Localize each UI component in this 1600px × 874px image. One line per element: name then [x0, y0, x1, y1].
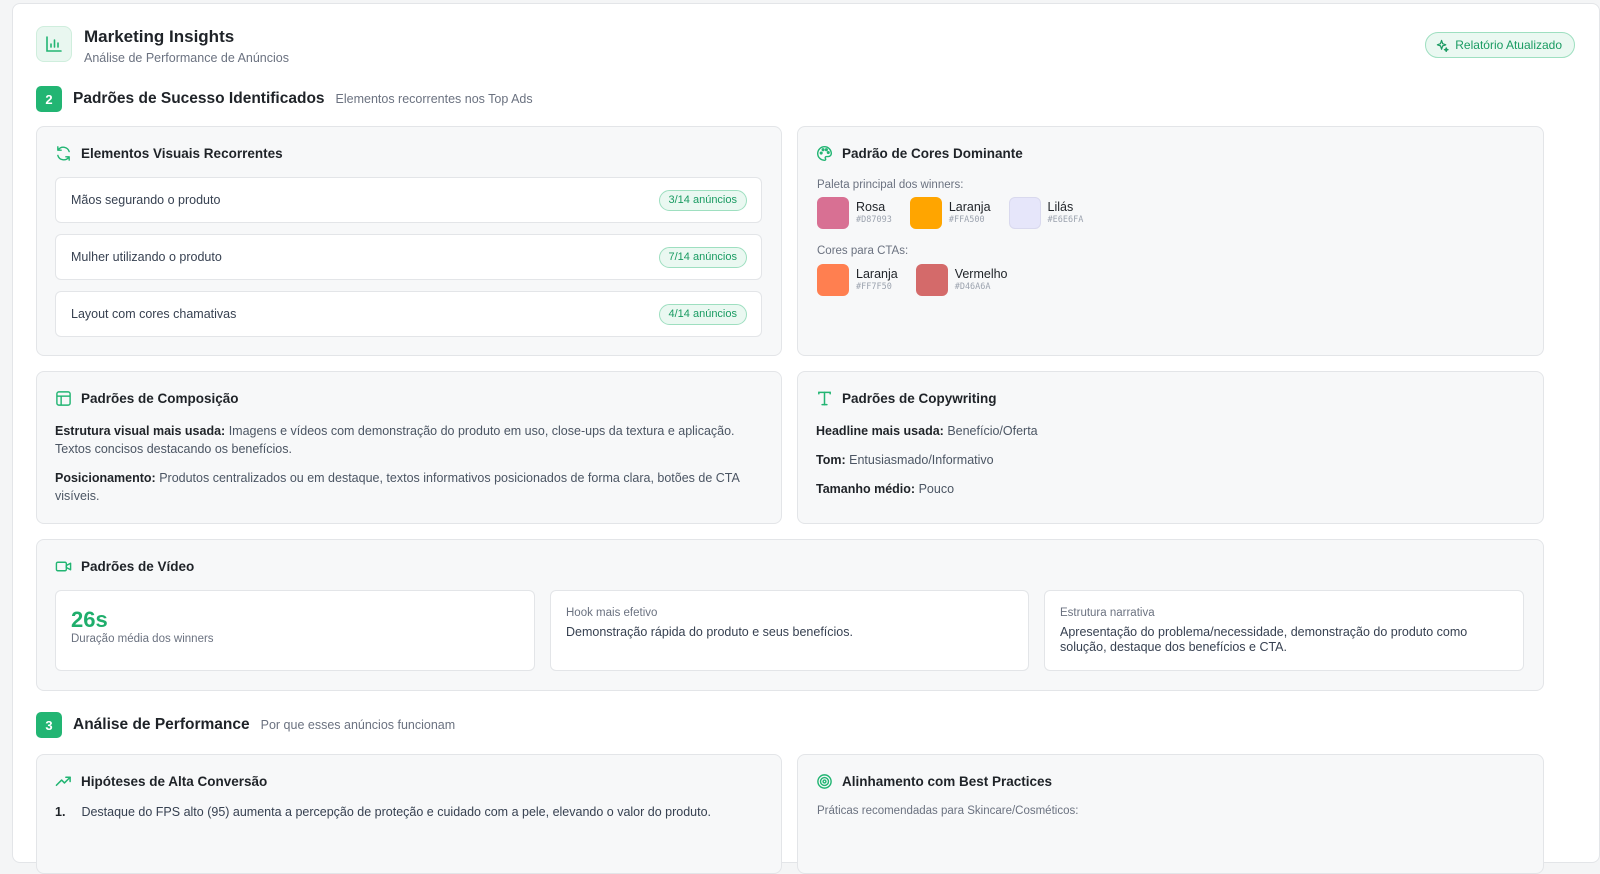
position-label: Posicionamento:	[55, 471, 156, 485]
swatch-name: Laranja	[948, 200, 991, 214]
color-swatch: Laranja #FF7F50	[817, 264, 898, 296]
report-header: Marketing Insights Análise de Performanc…	[36, 26, 1575, 68]
hook-text: Demonstração rápida do produto e seus be…	[566, 625, 853, 639]
count-badge: 4/14 anúncios	[658, 303, 747, 325]
hook-label: Hook mais efetivo	[566, 607, 658, 619]
section-performance-analysis: 3 Análise de Performance Por que esses a…	[36, 712, 455, 738]
section-subtitle: Por que esses anúncios funcionam	[260, 718, 456, 732]
dominant-colors-card: Padrão de Cores Dominante Paleta princip…	[797, 126, 1544, 356]
swatch-color	[1008, 197, 1041, 229]
tone-label: Tom:	[816, 453, 846, 467]
copywriting-card: Padrões de Copywriting Headline mais usa…	[797, 371, 1544, 524]
item-label: Mãos segurando o produto	[71, 193, 221, 207]
size-label: Tamanho médio:	[816, 482, 916, 496]
duration-box: 26s Duração média dos winners	[55, 590, 535, 671]
report-page: Marketing Insights Análise de Performanc…	[12, 3, 1600, 874]
swatch-hex: #D46A6A	[954, 282, 991, 292]
best-practices-card: Alinhamento com Best Practices Práticas …	[797, 754, 1544, 874]
swatch-color	[817, 264, 849, 296]
hypothesis-item: 1. Destaque do FPS alto (95) aumenta a p…	[55, 805, 763, 819]
target-icon	[816, 773, 833, 790]
item-label: Mulher utilizando o produto	[71, 250, 222, 264]
palette-swatches: Rosa #D87093 Laranja #FFA500 Lilás #E6E6FA	[817, 197, 1083, 229]
report-updated-badge: Relatório Atualizado	[1425, 32, 1575, 58]
headline-label: Headline mais usada:	[816, 424, 944, 438]
sparkles-icon	[1436, 39, 1449, 52]
swatch-color	[817, 197, 849, 229]
color-swatch: Laranja #FFA500	[909, 197, 991, 229]
section-number: 2	[36, 86, 62, 112]
size-text: Tamanho médio: Pouco	[816, 480, 1525, 498]
composition-card: Padrões de Composição Estrutura visual m…	[36, 371, 782, 524]
cta-swatches: Laranja #FF7F50 Vermelho #D46A6A	[817, 264, 1008, 296]
count-badge: 3/14 anúncios	[658, 189, 747, 211]
layout-icon	[55, 390, 72, 407]
size-value: Pouco	[918, 482, 955, 496]
card-title: Padrão de Cores Dominante	[842, 146, 1023, 161]
section-number: 3	[36, 712, 62, 738]
swatch-name: Lilás	[1047, 200, 1074, 214]
card-title: Elementos Visuais Recorrentes	[81, 146, 283, 161]
list-item: Mãos segurando o produto 3/14 anúncios	[55, 177, 762, 223]
swatch-color	[915, 264, 948, 296]
structure-text: Estrutura visual mais usada: Imagens e v…	[55, 422, 763, 458]
swatch-color	[909, 197, 942, 229]
narrative-box: Estrutura narrativa Apresentação do prob…	[1044, 590, 1524, 671]
item-number: 1.	[55, 805, 66, 819]
headline-text: Headline mais usada: Benefício/Oferta	[816, 422, 1525, 440]
app-subtitle: Análise de Performance de Anúncios	[84, 51, 289, 65]
cta-colors-label: Cores para CTAs:	[817, 245, 909, 257]
section-title: Análise de Performance	[73, 716, 250, 733]
item-label: Layout com cores chamativas	[71, 307, 237, 321]
item-text: Destaque do FPS alto (95) aumenta a perc…	[81, 805, 712, 819]
swatch-name: Rosa	[856, 200, 886, 214]
section-success-patterns: 2 Padrões de Sucesso Identificados Eleme…	[36, 86, 533, 112]
narrative-text: Apresentação do problema/necessidade, de…	[1060, 625, 1468, 654]
color-swatch: Vermelho #D46A6A	[915, 264, 1008, 296]
swatch-hex: #FFA500	[948, 215, 985, 225]
palette-label: Paleta principal dos winners:	[817, 179, 964, 191]
video-icon	[55, 558, 72, 575]
card-title: Alinhamento com Best Practices	[842, 774, 1053, 789]
video-patterns-card: Padrões de Vídeo 26s Duração média dos w…	[36, 539, 1544, 691]
bar-chart-icon	[36, 26, 72, 62]
swatch-hex: #E6E6FA	[1047, 215, 1084, 225]
position-value: Produtos centralizados ou em destaque, t…	[55, 471, 740, 503]
color-swatch: Rosa #D87093	[817, 197, 892, 229]
position-text: Posicionamento: Produtos centralizados o…	[55, 469, 763, 505]
card-title: Padrões de Copywriting	[842, 391, 997, 406]
tone-value: Entusiasmado/Informativo	[849, 453, 994, 467]
section-title: Padrões de Sucesso Identificados	[73, 90, 325, 107]
best-practices-subtitle: Práticas recomendadas para Skincare/Cosm…	[817, 805, 1079, 817]
list-item: Mulher utilizando o produto 7/14 anúncio…	[55, 234, 762, 280]
visual-elements-card: Elementos Visuais Recorrentes Mãos segur…	[36, 126, 782, 356]
duration-value: 26s	[71, 607, 108, 632]
swatch-name: Laranja	[856, 267, 898, 281]
swatch-hex: #FF7F50	[856, 282, 892, 292]
card-title: Hipóteses de Alta Conversão	[81, 774, 268, 789]
hypotheses-card: Hipóteses de Alta Conversão 1. Destaque …	[36, 754, 782, 874]
hook-box: Hook mais efetivo Demonstração rápida do…	[550, 590, 1029, 671]
list-item: Layout com cores chamativas 4/14 anúncio…	[55, 291, 762, 337]
app-title: Marketing Insights	[84, 27, 235, 46]
color-swatch: Lilás #E6E6FA	[1008, 197, 1084, 229]
palette-icon	[816, 145, 833, 162]
type-icon	[816, 390, 833, 407]
report-updated-label: Relatório Atualizado	[1455, 38, 1562, 52]
count-badge: 7/14 anúncios	[658, 246, 747, 268]
tone-text: Tom: Entusiasmado/Informativo	[816, 451, 1525, 469]
swatch-hex: #D87093	[856, 215, 892, 225]
headline-value: Benefício/Oferta	[947, 424, 1038, 438]
card-title: Padrões de Composição	[81, 391, 239, 406]
section-subtitle: Elementos recorrentes nos Top Ads	[335, 92, 533, 106]
duration-label: Duração média dos winners	[71, 633, 214, 645]
narrative-label: Estrutura narrativa	[1060, 607, 1155, 619]
refresh-icon	[55, 145, 72, 162]
trending-up-icon	[55, 773, 72, 790]
swatch-name: Vermelho	[954, 267, 1008, 281]
structure-label: Estrutura visual mais usada:	[55, 424, 226, 438]
card-title: Padrões de Vídeo	[81, 559, 195, 574]
